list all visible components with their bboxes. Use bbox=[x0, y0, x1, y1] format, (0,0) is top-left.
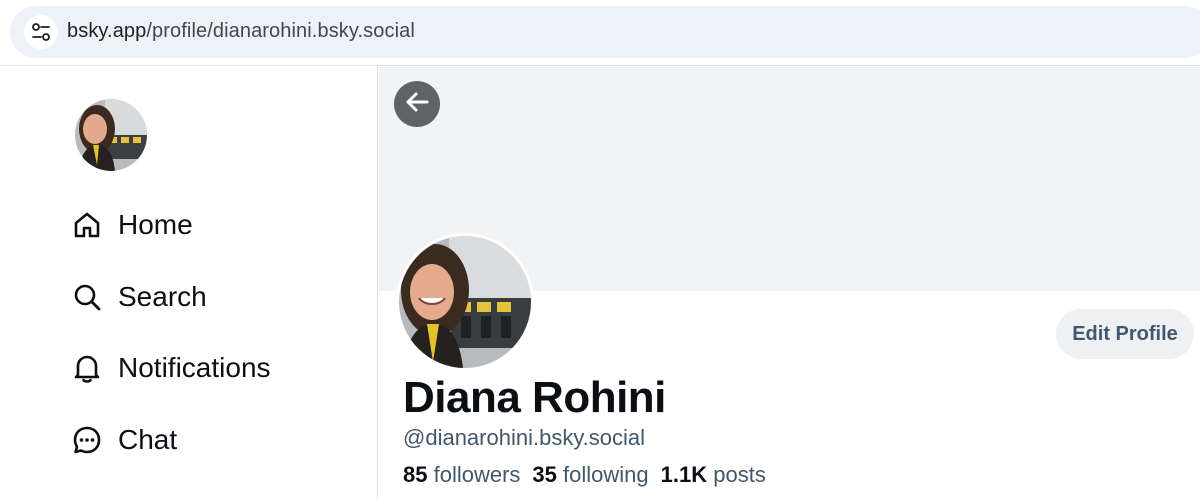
posts-label: posts bbox=[713, 462, 766, 487]
followers-count: 85 bbox=[403, 462, 428, 487]
posts-stat: 1.1K posts bbox=[661, 462, 766, 488]
nav-item-notifications[interactable]: Notifications bbox=[70, 348, 271, 388]
following-count: 35 bbox=[532, 462, 557, 487]
bell-icon bbox=[70, 351, 104, 385]
url-field[interactable]: bsky.app/profile/dianarohini.bsky.social bbox=[10, 6, 1200, 58]
followers-link[interactable]: 85 followers bbox=[403, 462, 520, 488]
site-info-icon[interactable] bbox=[24, 15, 58, 49]
nav-item-search[interactable]: Search bbox=[70, 277, 207, 317]
nav-item-label: Search bbox=[118, 281, 207, 312]
posts-count: 1.1K bbox=[660, 462, 708, 487]
profile-avatar[interactable] bbox=[396, 233, 534, 371]
home-icon bbox=[70, 208, 104, 242]
profile-handle: @dianarohini.bsky.social bbox=[403, 425, 646, 450]
nav-item-label: Chat bbox=[118, 424, 178, 455]
nav-avatar[interactable] bbox=[75, 99, 147, 171]
nav-item-home[interactable]: Home bbox=[70, 205, 193, 245]
browser-address-bar: bsky.app/profile/dianarohini.bsky.social bbox=[0, 0, 1200, 66]
profile-stats: 85 followers 35 following 1.1K posts bbox=[403, 462, 778, 488]
followers-label: followers bbox=[433, 462, 521, 487]
nav-item-chat[interactable]: Chat bbox=[70, 420, 177, 460]
chat-icon bbox=[70, 423, 104, 457]
url-path: /profile/dianarohini.bsky.social bbox=[146, 20, 415, 42]
profile-main: Edit Profile Diana Rohini @dianarohini.b… bbox=[379, 67, 1200, 500]
search-icon bbox=[70, 280, 104, 314]
nav-item-label: Notifications bbox=[118, 352, 271, 383]
nav-item-label: Home bbox=[118, 209, 193, 240]
url-host: bsky.app bbox=[67, 20, 147, 42]
back-button[interactable] bbox=[394, 81, 440, 127]
edit-profile-button[interactable]: Edit Profile bbox=[1056, 309, 1194, 359]
arrow-left-icon bbox=[403, 88, 431, 121]
following-label: following bbox=[563, 462, 649, 487]
following-link[interactable]: 35 following bbox=[532, 462, 648, 488]
profile-display-name: Diana Rohini bbox=[403, 373, 666, 422]
left-sidebar: Home Search Notifications Chat bbox=[0, 67, 378, 500]
url-text[interactable]: bsky.app/profile/dianarohini.bsky.social bbox=[67, 20, 415, 43]
